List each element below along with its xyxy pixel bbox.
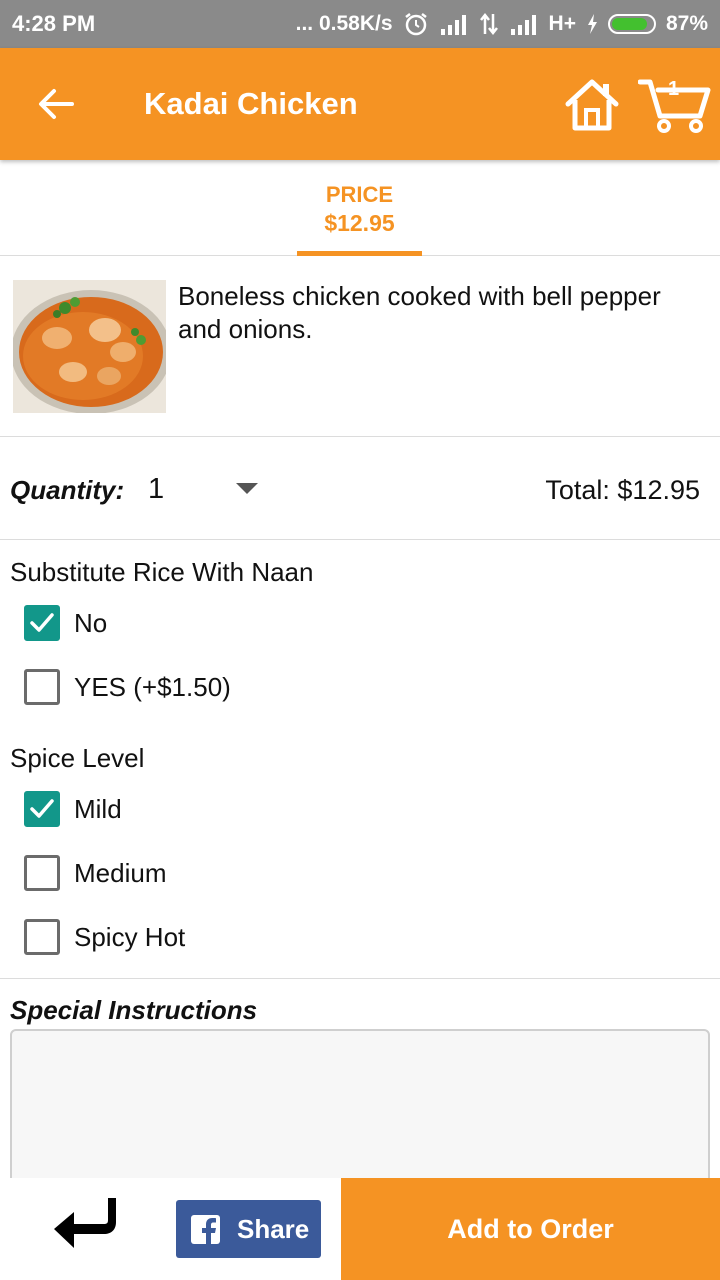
data-transfer-icon	[479, 12, 499, 36]
app-bar: Kadai Chicken 1	[0, 48, 720, 160]
dropdown-arrow-icon	[236, 483, 258, 494]
item-details: Boneless chicken cooked with bell pepper…	[0, 256, 720, 437]
option-rice-no[interactable]: No	[24, 601, 107, 645]
divider	[0, 978, 720, 979]
food-photo	[13, 280, 166, 413]
facebook-icon	[191, 1214, 220, 1244]
option-spice-medium[interactable]: Medium	[24, 851, 166, 895]
status-icons: ... 0.58K/s H+ 87%	[296, 11, 708, 37]
add-to-order-button[interactable]: Add to Order	[341, 1178, 720, 1280]
checkbox-spice-hot[interactable]	[24, 919, 60, 955]
tab-bar: PRICE $12.95	[0, 160, 720, 256]
special-instructions-label: Special Instructions	[10, 995, 258, 1025]
bottom-bar: Share Add to Order	[0, 1178, 720, 1280]
quantity-row: Quantity: 1 Total: $12.95	[0, 437, 720, 540]
option-label: Medium	[74, 857, 167, 888]
checkbox-rice-yes[interactable]	[24, 669, 60, 705]
signal-icon-2	[509, 13, 539, 35]
option-rice-yes[interactable]: YES (+$1.50)	[24, 665, 231, 709]
checkbox-spice-medium[interactable]	[24, 855, 60, 891]
price-label: PRICE	[325, 182, 394, 207]
share-label: Share	[237, 1213, 310, 1244]
quantity-dropdown[interactable]: 1	[138, 465, 268, 515]
tab-price[interactable]: PRICE $12.95	[297, 160, 422, 256]
status-time: 4:28 PM	[12, 11, 96, 36]
network-type: H+	[548, 12, 576, 35]
return-button[interactable]	[50, 1196, 126, 1252]
item-description: Boneless chicken cooked with bell pepper…	[178, 281, 661, 344]
status-bar: 4:28 PM ... 0.58K/s H+ 87%	[0, 0, 720, 48]
quantity-value: 1	[148, 473, 165, 505]
battery-fill	[611, 18, 647, 30]
option-label: No	[74, 607, 108, 638]
cart-button[interactable]: 1	[637, 76, 712, 136]
battery-icon	[607, 14, 656, 34]
alarm-icon	[403, 11, 429, 37]
quantity-label: Quantity:	[10, 475, 125, 505]
page-title: Kadai Chicken	[144, 86, 358, 121]
option-label: YES (+$1.50)	[74, 671, 231, 702]
battery-percent: 87%	[665, 12, 708, 35]
home-icon	[565, 79, 619, 131]
checkbox-rice-no[interactable]	[24, 605, 60, 641]
home-button[interactable]	[562, 74, 622, 134]
option-label: Spicy Hot	[74, 921, 186, 952]
checkbox-spice-mild[interactable]	[24, 791, 60, 827]
spice-level-title: Spice Level	[10, 743, 145, 773]
check-icon	[30, 613, 54, 632]
cart-count-badge: 1	[668, 78, 680, 100]
option-spice-mild[interactable]: Mild	[24, 787, 122, 831]
network-speed: ... 0.58K/s	[295, 12, 393, 35]
option-spice-hot[interactable]: Spicy Hot	[24, 915, 185, 959]
signal-icon	[439, 13, 469, 35]
return-arrow-icon	[54, 1198, 116, 1248]
price-value: $12.95	[324, 210, 395, 236]
rice-option-title: Substitute Rice With Naan	[10, 557, 314, 587]
charging-icon	[586, 13, 598, 35]
total-price: Total: $12.95	[545, 475, 700, 505]
option-label: Mild	[74, 793, 122, 824]
arrow-left-icon	[39, 89, 74, 119]
check-icon	[30, 799, 54, 818]
facebook-share-button[interactable]: Share	[176, 1200, 321, 1258]
back-button[interactable]	[0, 48, 112, 160]
